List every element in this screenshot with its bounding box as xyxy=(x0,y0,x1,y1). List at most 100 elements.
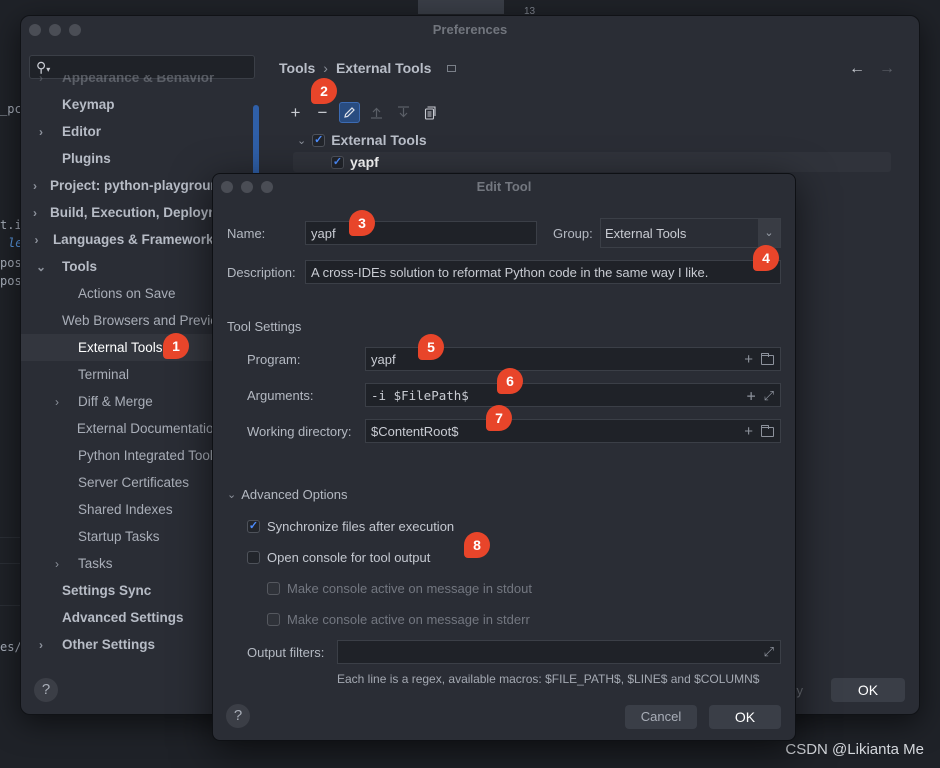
insert-macro-icon[interactable]: + xyxy=(747,387,756,405)
insert-macro-icon[interactable]: + xyxy=(744,423,753,440)
description-value: A cross-IDEs solution to reformat Python… xyxy=(311,264,709,280)
insert-macro-icon[interactable]: + xyxy=(744,351,753,368)
description-input[interactable]: A cross-IDEs solution to reformat Python… xyxy=(305,260,781,284)
background-code-fragment: _pc xyxy=(0,102,22,116)
folder-icon[interactable] xyxy=(761,424,774,437)
forward-arrow-icon[interactable]: → xyxy=(879,60,895,78)
sidebar-item-label: Actions on Save xyxy=(78,286,176,301)
name-input[interactable]: yapf xyxy=(305,221,537,245)
sidebar-item[interactable]: › Other Settings xyxy=(21,631,221,658)
back-arrow-icon[interactable]: ← xyxy=(849,60,865,78)
add-tool-button[interactable]: + xyxy=(285,102,306,123)
tree-item-label: yapf xyxy=(350,154,379,170)
sidebar-item[interactable]: Actions on Save xyxy=(21,280,221,307)
working-directory-value: $ContentRoot$ xyxy=(371,423,459,439)
checkbox-unchecked[interactable] xyxy=(247,551,260,564)
sidebar-item[interactable]: Startup Tasks xyxy=(21,523,221,550)
chevron-down-icon[interactable]: ⌄ xyxy=(758,219,780,247)
help-button[interactable]: ? xyxy=(226,704,250,728)
sidebar-item-label: External Tools xyxy=(78,340,163,355)
sidebar-item[interactable]: › Project: python-playground xyxy=(21,172,221,199)
move-down-button[interactable] xyxy=(393,102,414,123)
sidebar-item[interactable]: Plugins xyxy=(21,145,221,172)
remove-tool-button[interactable]: − xyxy=(312,102,333,123)
cancel-button[interactable]: Cancel xyxy=(625,705,697,729)
checkbox-disabled[interactable] xyxy=(267,613,280,626)
edit-tool-button[interactable] xyxy=(339,102,360,123)
checkbox-checked[interactable]: ✓ xyxy=(247,520,260,533)
tree-item-yapf[interactable]: ✓ yapf xyxy=(293,152,891,172)
sidebar-item[interactable]: Keymap xyxy=(21,91,221,118)
move-down-icon xyxy=(398,106,409,118)
sidebar-item-label: Advanced Settings xyxy=(62,610,184,625)
move-up-button[interactable] xyxy=(366,102,387,123)
sidebar-item[interactable]: Python Integrated Tools xyxy=(21,442,221,469)
name-value: yapf xyxy=(311,225,336,241)
checkbox-disabled[interactable] xyxy=(267,582,280,595)
expand-icon[interactable]: ⤢ xyxy=(764,644,774,660)
program-value: yapf xyxy=(371,351,396,367)
output-filters-input[interactable]: ⤢ xyxy=(337,640,781,664)
chevron-down-icon[interactable]: ⌄ xyxy=(297,134,306,147)
sidebar-item[interactable]: ⌄ Tools xyxy=(21,253,221,280)
sidebar-item[interactable]: Advanced Settings xyxy=(21,604,221,631)
chevron-right-icon[interactable]: › xyxy=(49,395,65,409)
sidebar-item[interactable]: Terminal xyxy=(21,361,221,388)
tree-group-external-tools[interactable]: ⌄ ✓ External Tools xyxy=(297,132,427,148)
sidebar-item[interactable]: External Documentation xyxy=(21,415,221,442)
preferences-ok-button[interactable]: OK xyxy=(831,678,905,702)
sidebar-item[interactable]: › Editor xyxy=(21,118,221,145)
chevron-right-icon[interactable]: › xyxy=(49,557,65,571)
sidebar-item-label: Shared Indexes xyxy=(78,502,173,517)
apply-button-partial[interactable]: y xyxy=(797,683,804,698)
sidebar-item[interactable]: Shared Indexes xyxy=(21,496,221,523)
group-combobox[interactable]: External Tools ⌄ xyxy=(600,218,781,248)
background-code-fragment: es/ xyxy=(0,640,22,654)
expand-icon[interactable]: ⤢ xyxy=(764,389,774,404)
chevron-right-icon[interactable]: › xyxy=(33,233,40,247)
sync-files-checkbox[interactable]: ✓ Synchronize files after execution xyxy=(247,519,454,534)
console-stdout-checkbox[interactable]: Make console active on message in stdout xyxy=(267,581,532,596)
background-divider xyxy=(0,537,20,538)
chevron-right-icon[interactable]: › xyxy=(33,638,49,652)
sidebar-item-label: Diff & Merge xyxy=(78,394,153,409)
console-stderr-checkbox[interactable]: Make console active on message in stderr xyxy=(267,612,530,627)
help-button[interactable]: ? xyxy=(34,678,58,702)
sidebar-item[interactable]: › Build, Execution, Deployment xyxy=(21,199,221,226)
open-console-checkbox[interactable]: Open console for tool output xyxy=(247,550,430,565)
console-stdout-label: Make console active on message in stdout xyxy=(287,581,532,596)
sidebar-item[interactable]: › Diff & Merge xyxy=(21,388,221,415)
sidebar-item-label: Plugins xyxy=(62,151,111,166)
breadcrumb-parent[interactable]: Tools xyxy=(279,60,315,76)
sidebar-item-label: Settings Sync xyxy=(62,583,152,598)
advanced-options-toggle[interactable]: ⌄ Advanced Options xyxy=(227,487,347,502)
external-tools-toolbar: + − xyxy=(285,102,441,123)
sidebar-item[interactable]: Server Certificates xyxy=(21,469,221,496)
annotation-marker: 2 xyxy=(311,78,337,104)
sidebar-item[interactable]: Web Browsers and Preview xyxy=(21,307,221,334)
arguments-input[interactable]: -i $FilePath$ + ⤢ xyxy=(365,383,781,407)
output-filters-label: Output filters: xyxy=(247,645,325,660)
pencil-icon xyxy=(344,107,355,118)
folder-icon[interactable] xyxy=(761,352,774,365)
navigation-arrows: ← → xyxy=(849,60,895,78)
group-checkbox[interactable]: ✓ xyxy=(312,133,326,147)
chevron-right-icon[interactable]: › xyxy=(33,125,49,139)
annotation-marker: 7 xyxy=(486,405,512,431)
sidebar-item[interactable]: › Languages & Frameworks xyxy=(21,226,221,253)
description-label: Description: xyxy=(227,265,296,280)
sidebar-item-label: Tools xyxy=(62,259,97,274)
chevron-down-icon[interactable]: ⌄ xyxy=(33,260,49,274)
chevron-right-icon[interactable]: › xyxy=(33,206,37,220)
copy-tool-button[interactable] xyxy=(420,102,441,123)
sidebar-item[interactable]: › Tasks xyxy=(21,550,221,577)
chevron-down-icon: ⌄ xyxy=(227,489,237,501)
ok-button[interactable]: OK xyxy=(709,705,781,729)
annotation-marker: 1 xyxy=(163,333,189,359)
sidebar-item-label: Web Browsers and Preview xyxy=(62,313,221,328)
chevron-right-icon[interactable]: › xyxy=(33,179,37,193)
sidebar-item-label: Languages & Frameworks xyxy=(52,232,221,247)
tool-checkbox[interactable]: ✓ xyxy=(331,155,344,169)
sidebar-item[interactable]: Settings Sync xyxy=(21,577,221,604)
working-directory-input[interactable]: $ContentRoot$ + xyxy=(365,419,781,443)
